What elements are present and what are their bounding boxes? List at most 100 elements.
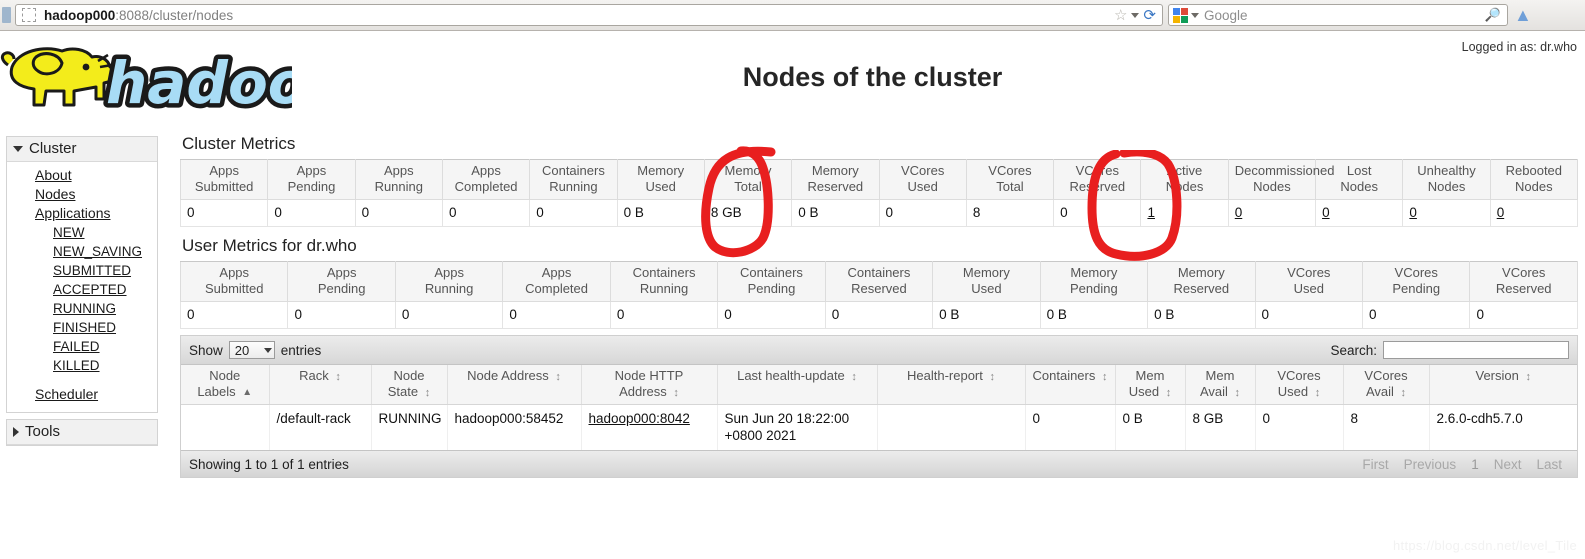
pagination-previous[interactable]: Previous	[1397, 456, 1464, 473]
sidebar-item-running[interactable]: RUNNING	[7, 299, 157, 318]
triangle-down-icon	[13, 145, 23, 152]
nodes-col-3[interactable]: Node Address ↕	[447, 365, 582, 405]
sidebar-item-accepted[interactable]: ACCEPTED	[7, 280, 157, 299]
nodes-col-12[interactable]: Version ↕	[1429, 365, 1577, 405]
cluster-metrics-cell-12[interactable]: 0	[1227, 199, 1317, 227]
binoculars-icon[interactable]: 🔎	[1485, 7, 1507, 23]
sort-both-icon: ↕	[424, 386, 431, 399]
pagination-next[interactable]: Next	[1487, 456, 1529, 473]
sort-both-icon: ↕	[555, 370, 561, 383]
nodes-header-row: Node Labels ▲ Rack ↕ Node State ↕ Node Addres…	[181, 365, 1577, 405]
pagination-1[interactable]: 1	[1464, 456, 1486, 473]
sidebar-cluster-header[interactable]: Cluster	[7, 137, 157, 162]
cluster-metrics-table: Apps Submitted Apps Pending Apps Running Apps C…	[179, 159, 1579, 227]
pagination: First Previous 1 Next Last	[1355, 456, 1569, 473]
nodes-col-11[interactable]: VCores Avail ↕	[1343, 365, 1430, 405]
cluster-metrics-cell-6: 8 GB	[703, 199, 793, 227]
sidebar-item-new[interactable]: NEW	[7, 223, 157, 242]
datatable-footer: Showing 1 to 1 of 1 entries First Previou…	[181, 450, 1577, 477]
datatable-toolbar: Show 20 entries Search:	[181, 336, 1577, 365]
user-metrics-col-11: VCores Pending	[1361, 261, 1471, 302]
cluster-metrics-cell-13[interactable]: 0	[1315, 199, 1404, 227]
address-bar-icons: ☆ ⟳	[1114, 8, 1162, 23]
cluster-metrics-cell-15[interactable]: 0	[1489, 199, 1579, 227]
cluster-metrics-link-15[interactable]: 0	[1497, 205, 1505, 220]
nodes-col-9[interactable]: Mem Avail ↕	[1185, 365, 1256, 405]
sort-both-icon: ↕	[1314, 386, 1321, 399]
main-content: Cluster Metrics Apps Submitted Apps Pending…	[179, 132, 1579, 478]
search-engine-chevron-down-icon[interactable]	[1191, 12, 1199, 18]
nodes-col-5[interactable]: Last health-update ↕	[717, 365, 878, 405]
cluster-metrics-link-11[interactable]: 1	[1147, 205, 1155, 220]
browser-search-input[interactable]: Google	[1199, 8, 1485, 23]
sidebar-tools-header[interactable]: Tools	[7, 420, 157, 445]
sidebar-item-failed[interactable]: FAILED	[7, 337, 157, 356]
home-icon[interactable]: ▲	[1514, 5, 1532, 26]
search-label: Search:	[1330, 342, 1377, 358]
reload-icon[interactable]: ⟳	[1143, 8, 1156, 23]
pagination-last[interactable]: Last	[1529, 456, 1569, 473]
nodes-col-1[interactable]: Rack ↕	[269, 365, 372, 405]
star-icon[interactable]: ☆	[1114, 8, 1127, 23]
user-metrics-col-5: Containers Pending	[717, 261, 826, 302]
sort-both-icon: ↕	[673, 386, 679, 399]
sidebar-item-new-saving[interactable]: NEW_SAVING	[7, 242, 157, 261]
cluster-metrics-col-6: Memory Total	[703, 159, 793, 200]
pagination-first[interactable]: First	[1355, 456, 1395, 473]
sidebar-item-applications[interactable]: Applications	[7, 204, 157, 223]
browser-search-box[interactable]: Google 🔎	[1168, 4, 1508, 26]
browser-nav-chip[interactable]	[2, 7, 11, 23]
user-metrics-col-10: VCores Used	[1254, 261, 1363, 302]
cluster-metrics-col-12: Decommissioned Nodes	[1227, 159, 1334, 200]
cluster-metrics-link-13[interactable]: 0	[1322, 205, 1330, 220]
datatable-info: Showing 1 to 1 of 1 entries	[189, 456, 349, 472]
chevron-down-icon[interactable]	[1131, 12, 1140, 18]
nodes-cell-last_health_update: Sun Jun 20 18:22:00 +0800 2021	[717, 404, 878, 450]
favicon-placeholder-icon	[22, 8, 36, 22]
cluster-metrics-col-8: VCores Used	[878, 159, 967, 200]
nodes-col-7[interactable]: Containers ↕	[1025, 365, 1116, 405]
sort-both-icon: ↕	[851, 370, 857, 383]
cluster-metrics-cell-9: 8	[965, 199, 1055, 227]
sidebar-item-submitted[interactable]: SUBMITTED	[7, 261, 157, 280]
chevron-down-icon	[263, 347, 272, 353]
nodes-col-6[interactable]: Health-report ↕	[877, 365, 1026, 405]
cluster-metrics-cell-14[interactable]: 0	[1402, 199, 1491, 227]
nodes-cell-version: 2.6.0-cdh5.7.0	[1436, 411, 1523, 426]
sidebar-item-about[interactable]: About	[7, 166, 157, 185]
user-metrics-cell-7: 0 B	[932, 301, 1041, 329]
nodes-col-4[interactable]: Node HTTP Address ↕	[581, 365, 718, 405]
cluster-metrics-link-12[interactable]: 0	[1235, 205, 1243, 220]
search-input[interactable]	[1383, 341, 1569, 359]
nodes-cell-mem_avail: 8 GB	[1185, 404, 1256, 450]
sidebar-item-scheduler[interactable]: Scheduler	[7, 385, 157, 404]
nodes-col-10[interactable]: VCores Used ↕	[1255, 365, 1344, 405]
nodes-col-2[interactable]: Node State ↕	[371, 365, 448, 405]
cluster-metrics-col-0: Apps Submitted	[179, 159, 269, 200]
triangle-right-icon	[13, 426, 19, 437]
sidebar-item-finished[interactable]: FINISHED	[7, 318, 157, 337]
sort-both-icon: ↕	[1101, 370, 1108, 383]
cluster-metrics-col-4: Containers Running	[529, 159, 618, 200]
cluster-metrics-cell-5: 0 B	[616, 199, 705, 227]
cluster-metrics-header-row: Apps Submitted Apps Pending Apps Running Apps C…	[179, 159, 1579, 200]
nodes-col-0[interactable]: Node Labels ▲	[181, 365, 270, 405]
user-metrics-col-4: Containers Running	[609, 261, 719, 302]
nodes-col-8[interactable]: Mem Used ↕	[1115, 365, 1186, 405]
sidebar-item-killed[interactable]: KILLED	[7, 356, 157, 375]
node-http-address-link[interactable]: hadoop000:8042	[589, 411, 690, 426]
entries-label: entries	[280, 342, 322, 358]
cluster-metrics-cell-7: 0 B	[791, 199, 880, 227]
cluster-metrics-link-14[interactable]: 0	[1409, 205, 1417, 220]
page-length-select[interactable]: 20	[228, 341, 275, 359]
cluster-metrics-cell-11[interactable]: 1	[1140, 199, 1229, 227]
cluster-metrics-col-9: VCores Total	[965, 159, 1055, 200]
page-root: hadoop000:8088/cluster/nodes ☆ ⟳ Google …	[0, 0, 1585, 559]
user-metrics-cell-9: 0 B	[1147, 301, 1256, 329]
user-metrics-cell-3: 0	[502, 301, 611, 329]
nodes-cell-vcores_avail: 8	[1343, 404, 1430, 450]
address-bar[interactable]: hadoop000:8088/cluster/nodes ☆ ⟳	[15, 4, 1163, 26]
nodes-cell-node_http_address[interactable]: hadoop000:8042	[581, 404, 718, 450]
cluster-metrics-col-7: Memory Reserved	[791, 159, 880, 200]
sidebar-item-nodes[interactable]: Nodes	[7, 185, 157, 204]
